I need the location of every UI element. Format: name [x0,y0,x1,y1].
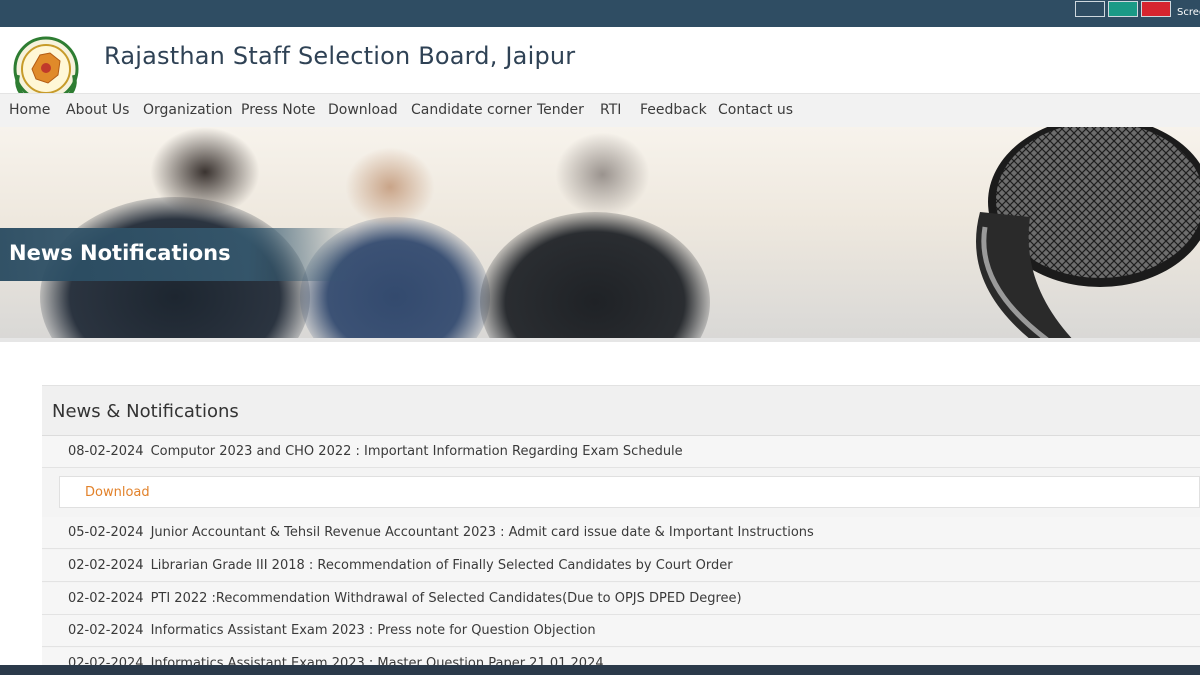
main-nav: Home About Us Organization Press Note Do… [0,93,1200,127]
theme-swatch-blue[interactable] [1075,1,1105,17]
banner-photo-head-3 [555,132,650,217]
news-panel-title: News & Notifications [52,401,239,422]
banner-photo-head-2 [345,147,435,227]
news-item-date: 08-02-2024 [68,444,144,459]
news-item-title: PTI 2022 :Recommendation Withdrawal of S… [150,591,742,606]
news-item-title: Junior Accountant & Tehsil Revenue Accou… [150,525,814,540]
screen-reader-link[interactable]: Scree [1177,7,1200,18]
theme-swatch-red[interactable] [1141,1,1171,17]
news-item-link[interactable]: 02-02-2024 PTI 2022 :Recommendation Withd… [68,591,742,606]
nav-item-home[interactable]: Home [9,102,50,118]
nav-item-rti[interactable]: RTI [600,102,621,118]
banner-divider [0,338,1200,342]
nav-item-download[interactable]: Download [328,102,398,118]
download-link[interactable]: Download [85,485,150,500]
nav-item-candidate-corner[interactable]: Candidate corner [411,102,532,118]
microphone-icon [976,127,1200,338]
nav-item-feedback[interactable]: Feedback [640,102,707,118]
site-title: Rajasthan Staff Selection Board, Jaipur [104,42,576,70]
nav-item-organization[interactable]: Organization [143,102,233,118]
news-item-link[interactable]: 08-02-2024 Computor 2023 and CHO 2022 : I… [68,444,683,459]
news-item[interactable]: 02-02-2024 Librarian Grade III 2018 : Rec… [42,550,1200,582]
news-item-date: 02-02-2024 [68,591,144,606]
site-header: Rajasthan Staff Selection Board, Jaipur [0,27,1200,108]
news-item-link[interactable]: 05-02-2024 Junior Accountant & Tehsil Rev… [68,525,814,540]
banner-photo-head-1 [150,127,260,217]
banner-photo-person-3 [480,212,710,338]
news-panel-header: News & Notifications [42,386,1200,436]
news-item[interactable]: 05-02-2024 Junior Accountant & Tehsil Rev… [42,517,1200,549]
news-item-date: 02-02-2024 [68,558,144,573]
nav-item-about-us[interactable]: About Us [66,102,129,118]
news-item-link[interactable]: 02-02-2024 Librarian Grade III 2018 : Rec… [68,558,733,573]
nav-item-contact-us[interactable]: Contact us [718,102,793,118]
news-panel: News & Notifications 08-02-2024 Computor … [42,385,1200,675]
top-bar: Scree [0,0,1200,27]
news-item-date: 05-02-2024 [68,525,144,540]
theme-swatch-teal[interactable] [1108,1,1138,17]
news-item[interactable]: 02-02-2024 PTI 2022 :Recommendation Withd… [42,583,1200,615]
news-item[interactable]: 08-02-2024 Computor 2023 and CHO 2022 : I… [42,436,1200,468]
page-banner: News Notifications [0,127,1200,338]
nav-item-tender[interactable]: Tender [537,102,584,118]
news-item-title: Librarian Grade III 2018 : Recommendatio… [150,558,733,573]
news-item-title: Computor 2023 and CHO 2022 : Important I… [150,444,683,459]
news-item[interactable]: 02-02-2024 Informatics Assistant Exam 202… [42,615,1200,647]
news-item-date: 02-02-2024 [68,623,144,638]
banner-title: News Notifications [9,241,231,265]
news-item-title: Informatics Assistant Exam 2023 : Press … [150,623,596,638]
news-item-link[interactable]: 02-02-2024 Informatics Assistant Exam 202… [68,623,596,638]
nav-item-press-note[interactable]: Press Note [241,102,315,118]
taskbar-strip [0,665,1200,675]
download-box: Download [59,476,1200,508]
